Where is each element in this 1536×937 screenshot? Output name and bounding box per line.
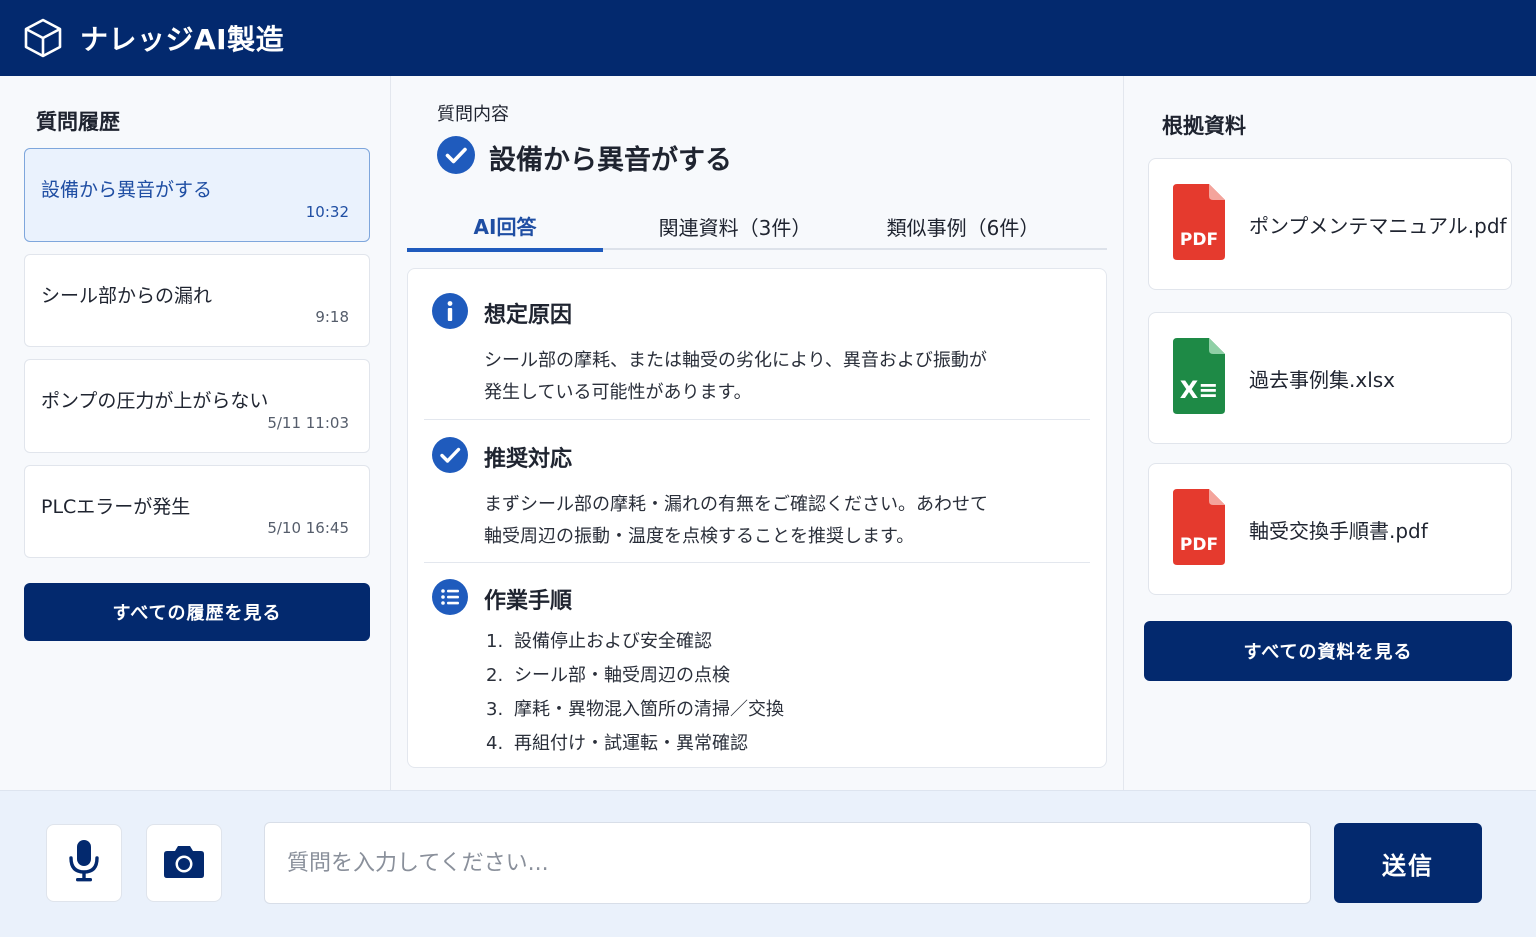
cube-logo-icon <box>22 17 64 59</box>
source-doc-name: ポンプメンテマニュアル.pdf <box>1249 213 1507 238</box>
tab-related-docs[interactable]: 関連資料（3件） <box>637 202 833 250</box>
list-item: 1. 設備停止および安全確認 <box>486 631 712 652</box>
history-question: シール部からの漏れ <box>41 285 213 307</box>
divider <box>424 562 1090 563</box>
pdf-file-icon: PDF <box>1173 184 1225 264</box>
cause-section: 想定原因 シール部の摩耗、または軸受の劣化により、異音および振動が 発生している… <box>432 293 1084 409</box>
camera-button[interactable] <box>146 824 222 902</box>
source-doc-card[interactable]: PDF ポンプメンテマニュアル.pdf <box>1148 158 1512 290</box>
history-item[interactable]: シール部からの漏れ 9:18 <box>24 254 370 347</box>
history-time: 5/11 11:03 <box>267 414 349 432</box>
action-text-line: まずシール部の摩耗・漏れの有無をご確認ください。あわせて <box>484 494 988 515</box>
composer-bar: 送信 <box>0 790 1536 937</box>
source-doc-card[interactable]: X≡ 過去事例集.xlsx <box>1148 312 1512 444</box>
source-doc-name: 軸受交換手順書.pdf <box>1249 518 1428 543</box>
list-item: 2. シール部・軸受周辺の点検 <box>486 665 730 686</box>
action-heading: 推奨対応 <box>484 447 573 472</box>
steps-heading: 作業手順 <box>484 589 573 614</box>
info-icon <box>432 293 468 333</box>
action-section: 推奨対応 まずシール部の摩耗・漏れの有無をご確認ください。あわせて 軸受周辺の振… <box>432 437 1084 553</box>
list-icon <box>432 579 468 619</box>
sources-panel: 根拠資料 PDF ポンプメンテマニュアル.pdf X≡ 過去事例集.xlsx P… <box>1123 76 1536 790</box>
check-circle-icon <box>432 437 468 477</box>
sources-title: 根拠資料 <box>1162 114 1246 138</box>
history-panel: 質問履歴 設備から異音がする 10:32 シール部からの漏れ 9:18 ポンプの… <box>0 76 391 790</box>
svg-text:PDF: PDF <box>1180 230 1218 250</box>
history-time: 5/10 16:45 <box>267 519 349 537</box>
view-all-sources-button[interactable]: すべての資料を見る <box>1144 621 1512 681</box>
cause-heading: 想定原因 <box>484 303 573 328</box>
question-text: 設備から異音がする <box>489 144 732 176</box>
history-item-active[interactable]: 設備から異音がする 10:32 <box>24 148 370 242</box>
steps-list: 1. 設備停止および安全確認 2. シール部・軸受周辺の点検 3. 摩耗・異物混入箇所… <box>486 625 1084 761</box>
current-question: 設備から異音がする <box>437 136 732 178</box>
send-button[interactable]: 送信 <box>1334 823 1482 903</box>
cause-text-line: シール部の摩耗、または軸受の劣化により、異音および振動が <box>484 350 987 371</box>
history-question: 設備から異音がする <box>41 179 213 201</box>
svg-text:X≡: X≡ <box>1180 376 1219 404</box>
view-all-history-button[interactable]: すべての履歴を見る <box>24 583 370 641</box>
app-header: ナレッジAI製造 <box>0 0 1536 76</box>
question-input[interactable] <box>264 822 1311 904</box>
history-question: ポンプの圧力が上がらない <box>41 390 269 412</box>
history-title: 質問履歴 <box>36 110 120 134</box>
list-item: 3. 摩耗・異物混入箇所の清掃／交換 <box>486 699 784 720</box>
cause-text-line: 発生している可能性があります。 <box>484 382 752 403</box>
microphone-icon <box>67 838 101 888</box>
tab-similar-cases[interactable]: 類似事例（6件） <box>865 202 1061 250</box>
history-time: 10:32 <box>305 203 349 221</box>
check-circle-icon <box>437 136 475 178</box>
divider <box>424 419 1090 420</box>
history-time: 9:18 <box>315 308 349 326</box>
history-item[interactable]: PLCエラーが発生 5/10 16:45 <box>24 465 370 558</box>
excel-file-icon: X≡ <box>1173 338 1225 418</box>
microphone-button[interactable] <box>46 824 122 902</box>
steps-section: 作業手順 1. 設備停止および安全確認 2. シール部・軸受周辺の点検 3. 摩耗・異… <box>432 579 1084 761</box>
answer-card: 想定原因 シール部の摩耗、または軸受の劣化により、異音および振動が 発生している… <box>407 268 1107 768</box>
history-item[interactable]: ポンプの圧力が上がらない 5/11 11:03 <box>24 359 370 453</box>
tab-ai-answer[interactable]: AI回答 <box>407 202 603 252</box>
app-title: ナレッジAI製造 <box>80 23 285 56</box>
answer-tabs: AI回答 関連資料（3件） 類似事例（6件） <box>407 202 1107 252</box>
source-doc-card[interactable]: PDF 軸受交換手順書.pdf <box>1148 463 1512 595</box>
pdf-file-icon: PDF <box>1173 489 1225 569</box>
list-item: 4. 再組付け・試運転・異常確認 <box>486 733 748 754</box>
camera-icon <box>163 843 205 883</box>
question-label: 質問内容 <box>437 104 509 125</box>
svg-text:PDF: PDF <box>1180 535 1218 555</box>
action-text-line: 軸受周辺の振動・温度を点検することを推奨します。 <box>484 526 915 547</box>
answer-panel: 質問内容 設備から異音がする AI回答 関連資料（3件） 類似事例（6件） 想定… <box>391 76 1123 790</box>
history-question: PLCエラーが発生 <box>41 496 191 518</box>
source-doc-name: 過去事例集.xlsx <box>1249 367 1396 392</box>
